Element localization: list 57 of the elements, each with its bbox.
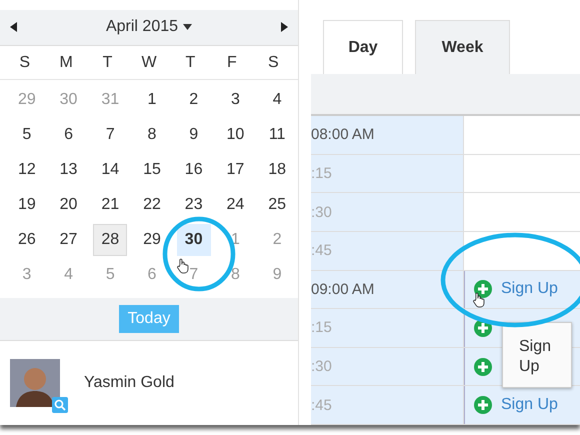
calendar-day[interactable]: 11 bbox=[260, 118, 294, 151]
next-month-icon[interactable] bbox=[280, 22, 288, 32]
time-label: :15 bbox=[311, 319, 332, 336]
calendar-day[interactable]: 21 bbox=[93, 188, 128, 221]
view-tab[interactable]: Day bbox=[323, 20, 403, 74]
calendar-day[interactable]: 18 bbox=[260, 154, 294, 186]
calendar-day[interactable]: 12 bbox=[10, 154, 44, 186]
weekday-label: W bbox=[140, 54, 158, 72]
time-label: 08:00 AM bbox=[311, 126, 374, 144]
hand-cursor-icon bbox=[472, 292, 486, 308]
calendar-day[interactable]: 4 bbox=[260, 84, 294, 116]
calendar-day[interactable]: 6 bbox=[52, 118, 86, 151]
calendar-day[interactable]: 3 bbox=[218, 84, 252, 116]
time-label: :45 bbox=[311, 396, 332, 414]
user-name: Yasmin Gold bbox=[84, 374, 174, 392]
weekday-label: S bbox=[18, 54, 32, 72]
calendar-day[interactable]: 25 bbox=[260, 188, 294, 221]
weekday-label: M bbox=[58, 54, 74, 72]
weekday-label: F bbox=[226, 54, 238, 72]
calendar-day[interactable]: 10 bbox=[218, 118, 252, 151]
calendar-day[interactable]: 14 bbox=[93, 154, 128, 186]
calendar-day[interactable]: 9 bbox=[176, 118, 211, 151]
calendar-day[interactable]: 2 bbox=[176, 84, 211, 116]
view-tab[interactable]: Week bbox=[415, 20, 510, 74]
calendar-day[interactable]: 20 bbox=[52, 188, 86, 221]
plus-icon[interactable] bbox=[473, 279, 493, 300]
calendar-day[interactable]: 28 bbox=[93, 224, 128, 256]
calendar-day[interactable]: 17 bbox=[218, 154, 252, 186]
calendar-day[interactable]: 1 bbox=[134, 84, 169, 116]
time-label: :30 bbox=[311, 358, 332, 376]
calendar-day[interactable]: 29 bbox=[134, 224, 169, 256]
calendar-day[interactable]: 19 bbox=[10, 188, 44, 221]
calendar-day[interactable]: 5 bbox=[10, 118, 44, 151]
calendar-day[interactable]: 26 bbox=[10, 224, 44, 256]
avatar bbox=[10, 359, 60, 407]
time-label: :45 bbox=[311, 242, 332, 260]
calendar-day[interactable]: 24 bbox=[218, 188, 252, 221]
calendar-day[interactable]: 23 bbox=[176, 188, 211, 221]
caret-icon[interactable] bbox=[183, 24, 192, 30]
previous-month-icon[interactable] bbox=[10, 22, 18, 32]
calendar-day[interactable]: 27 bbox=[52, 224, 86, 256]
time-label: :30 bbox=[311, 204, 332, 221]
weekday-label: T bbox=[102, 54, 114, 72]
time-label: 09:00 AM bbox=[311, 280, 374, 298]
hand-cursor-icon bbox=[176, 258, 190, 274]
calendar-day[interactable]: 16 bbox=[176, 154, 211, 186]
calendar-day[interactable]: 7 bbox=[93, 118, 128, 151]
calendar-day[interactable]: 13 bbox=[52, 154, 86, 186]
calendar-day[interactable]: 22 bbox=[134, 188, 169, 221]
calendar-day[interactable]: 8 bbox=[134, 118, 169, 151]
weekday-label: S bbox=[266, 54, 280, 72]
calendar-day[interactable]: 30 bbox=[176, 224, 211, 256]
tooltip: Sign Up bbox=[502, 322, 572, 388]
month-selector[interactable]: April 2015 bbox=[106, 18, 192, 36]
calendar-day[interactable]: 15 bbox=[134, 154, 169, 186]
time-label: :15 bbox=[311, 164, 332, 182]
weekday-label: T bbox=[184, 54, 196, 72]
